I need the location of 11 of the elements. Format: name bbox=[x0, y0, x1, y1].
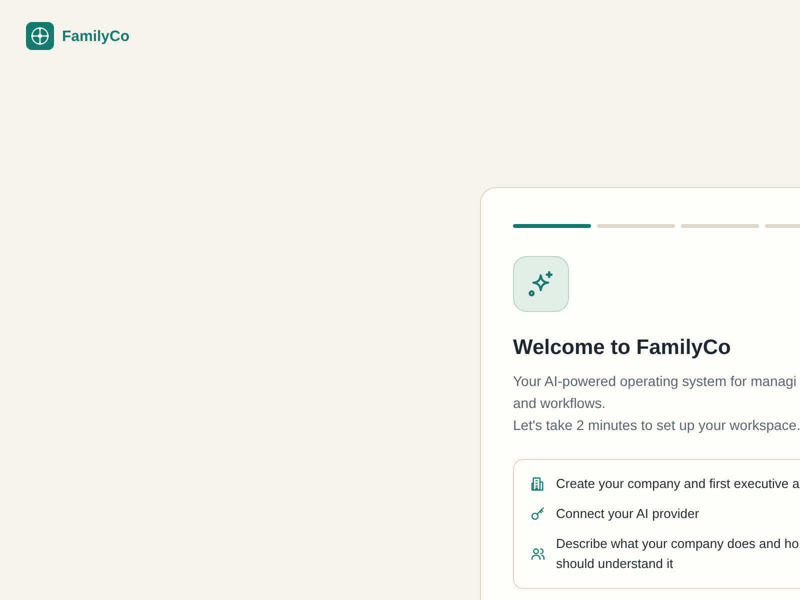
welcome-description: Your AI-powered operating system for managi and workflows. Let's take 2 minutes to set up your workspace. bbox=[513, 372, 800, 435]
logo-icon bbox=[26, 22, 54, 50]
checklist-item: Connect your AI provider bbox=[556, 505, 700, 523]
building-icon bbox=[530, 476, 546, 492]
key-icon bbox=[530, 506, 546, 522]
checklist-item: Describe what your company does and ho should understand it bbox=[556, 535, 799, 573]
checklist-item: Create your company and first executive a bbox=[556, 475, 800, 493]
welcome-title: Welcome to FamilyCo bbox=[513, 335, 732, 361]
people-icon bbox=[530, 546, 546, 562]
sparkle-icon bbox=[513, 256, 569, 312]
brand-name: FamilyCo bbox=[62, 28, 130, 44]
